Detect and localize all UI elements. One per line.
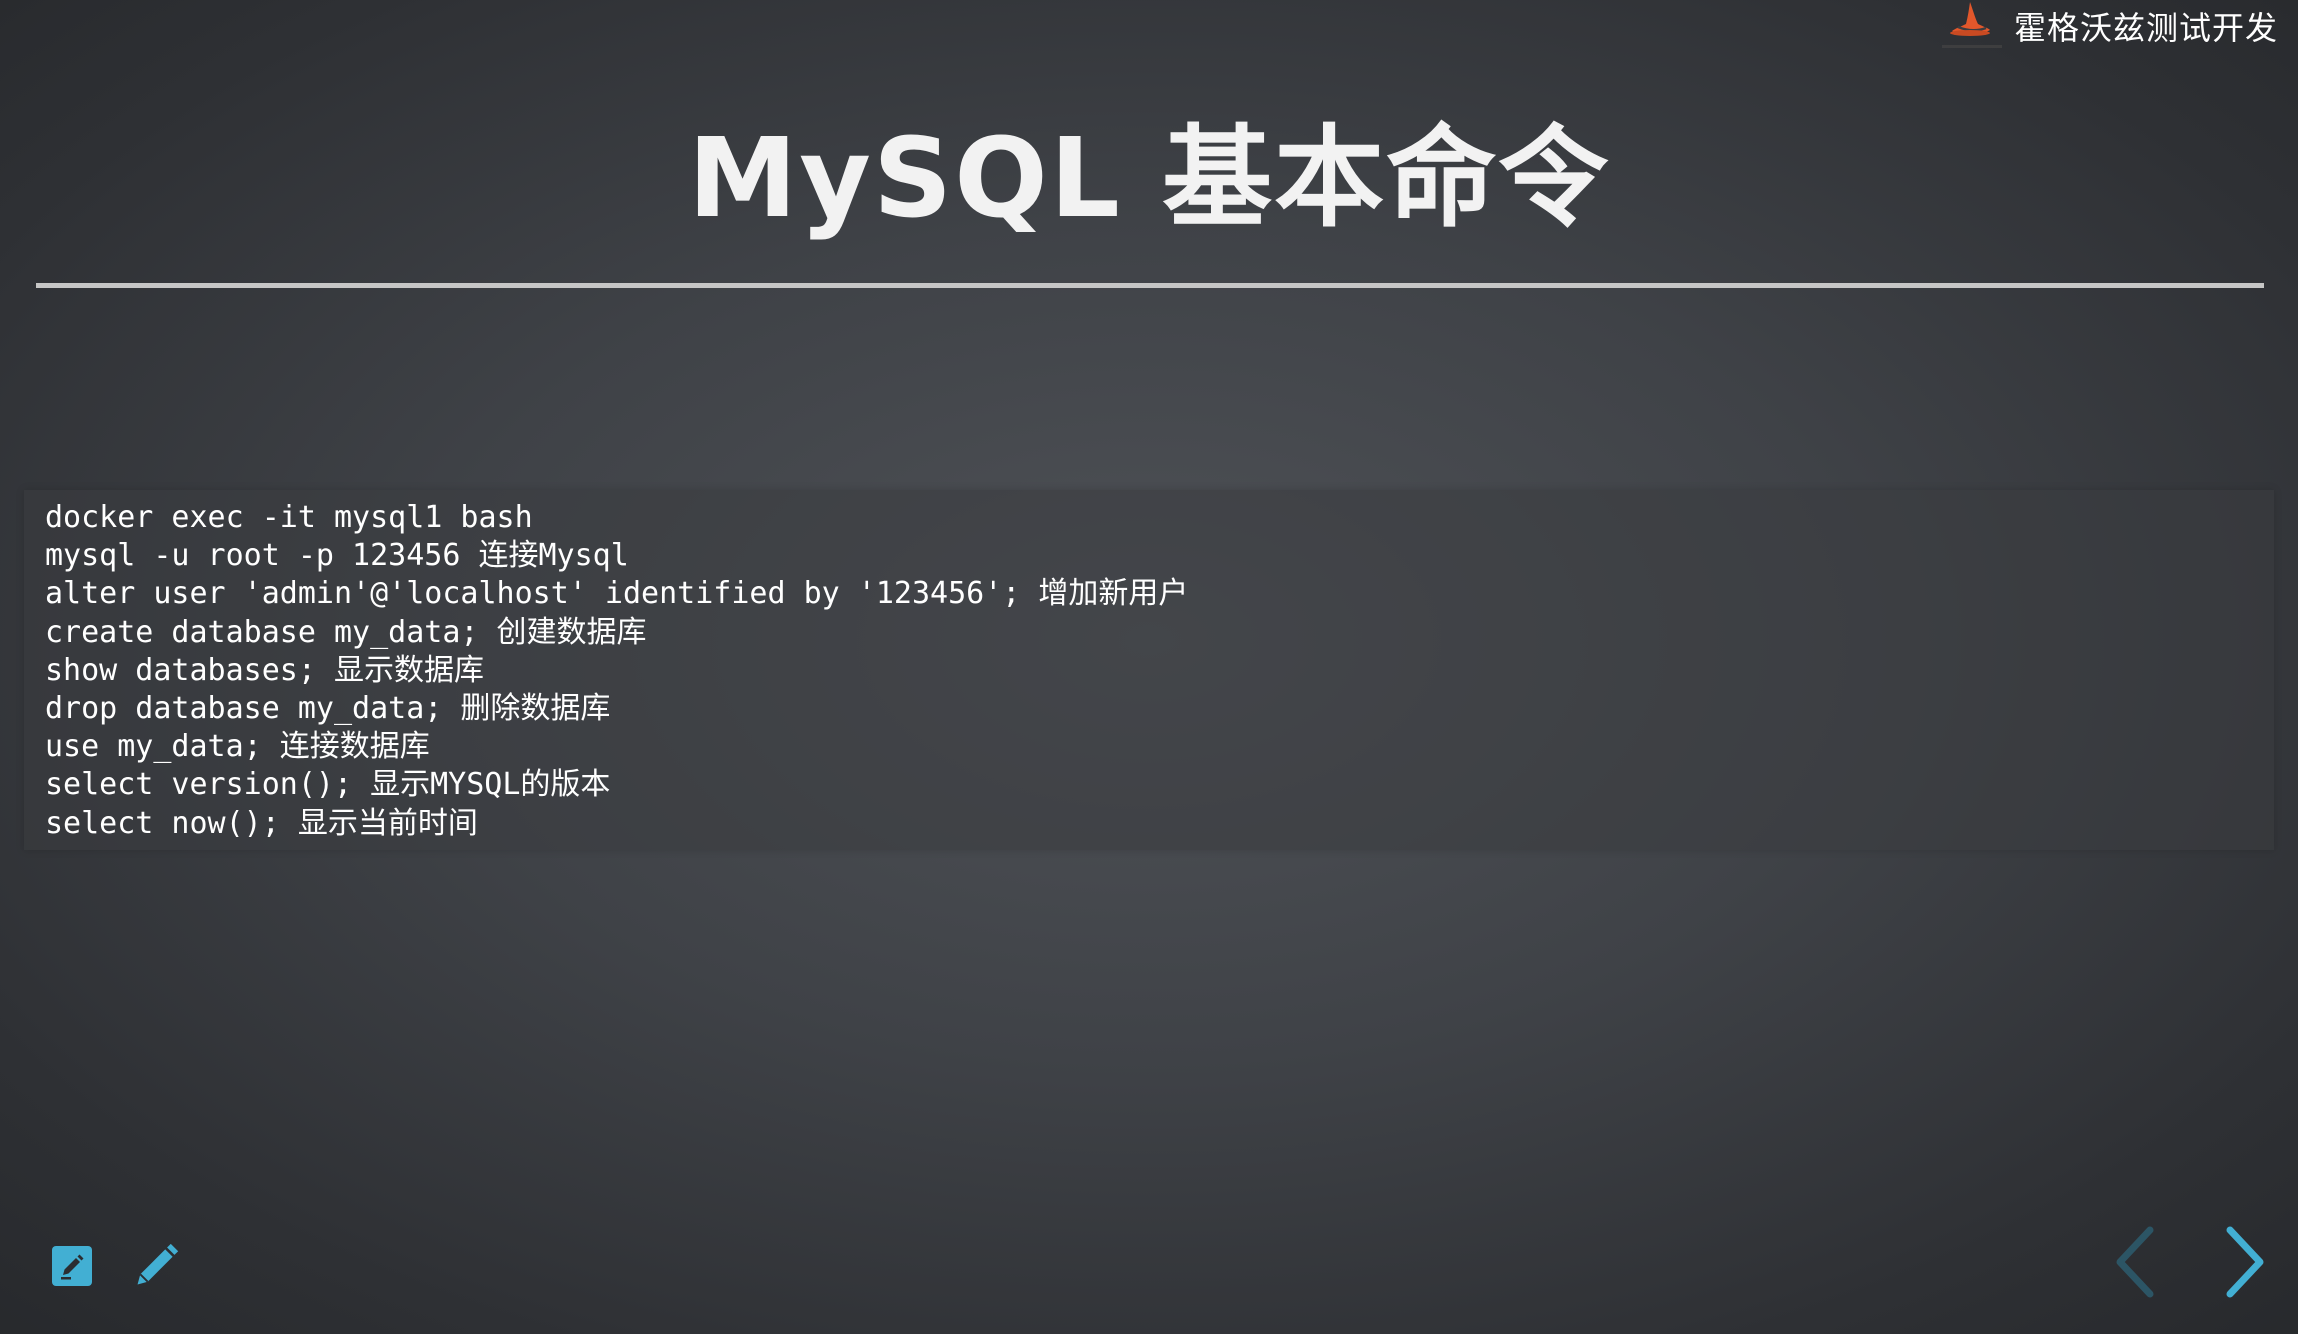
- brand: 霍格沃兹测试开发: [1940, 0, 2278, 52]
- slide-toolbar: [48, 1240, 180, 1292]
- wizard-hat-logo-icon: [1940, 0, 2004, 52]
- chevron-right-icon[interactable]: [2218, 1222, 2274, 1302]
- code-line: create database my_data; 创建数据库: [45, 614, 647, 650]
- edit-note-icon[interactable]: [48, 1240, 96, 1292]
- code-block: docker exec -it mysql1 bash mysql -u roo…: [24, 490, 2274, 850]
- code-line: select now(); 显示当前时间: [45, 805, 478, 841]
- code-line: docker exec -it mysql1 bash: [45, 500, 533, 535]
- slide-title: MySQL 基本命令: [687, 114, 1611, 242]
- code-line: show databases; 显示数据库: [45, 652, 484, 688]
- code-line: alter user 'admin'@'localhost' identifie…: [45, 576, 1189, 612]
- code-line: select version(); 显示MYSQL的版本: [45, 767, 611, 803]
- code-line: mysql -u root -p 123456 连接Mysql: [45, 538, 629, 574]
- chevron-left-icon[interactable]: [2106, 1222, 2162, 1302]
- slide-navigation: [2106, 1222, 2274, 1302]
- code-line: drop database my_data; 删除数据库: [45, 691, 611, 727]
- brand-name: 霍格沃兹测试开发: [2013, 9, 2278, 47]
- code-line: use my_data; 连接数据库: [45, 729, 430, 765]
- title-divider: [36, 283, 2264, 288]
- pencil-icon[interactable]: [132, 1240, 180, 1292]
